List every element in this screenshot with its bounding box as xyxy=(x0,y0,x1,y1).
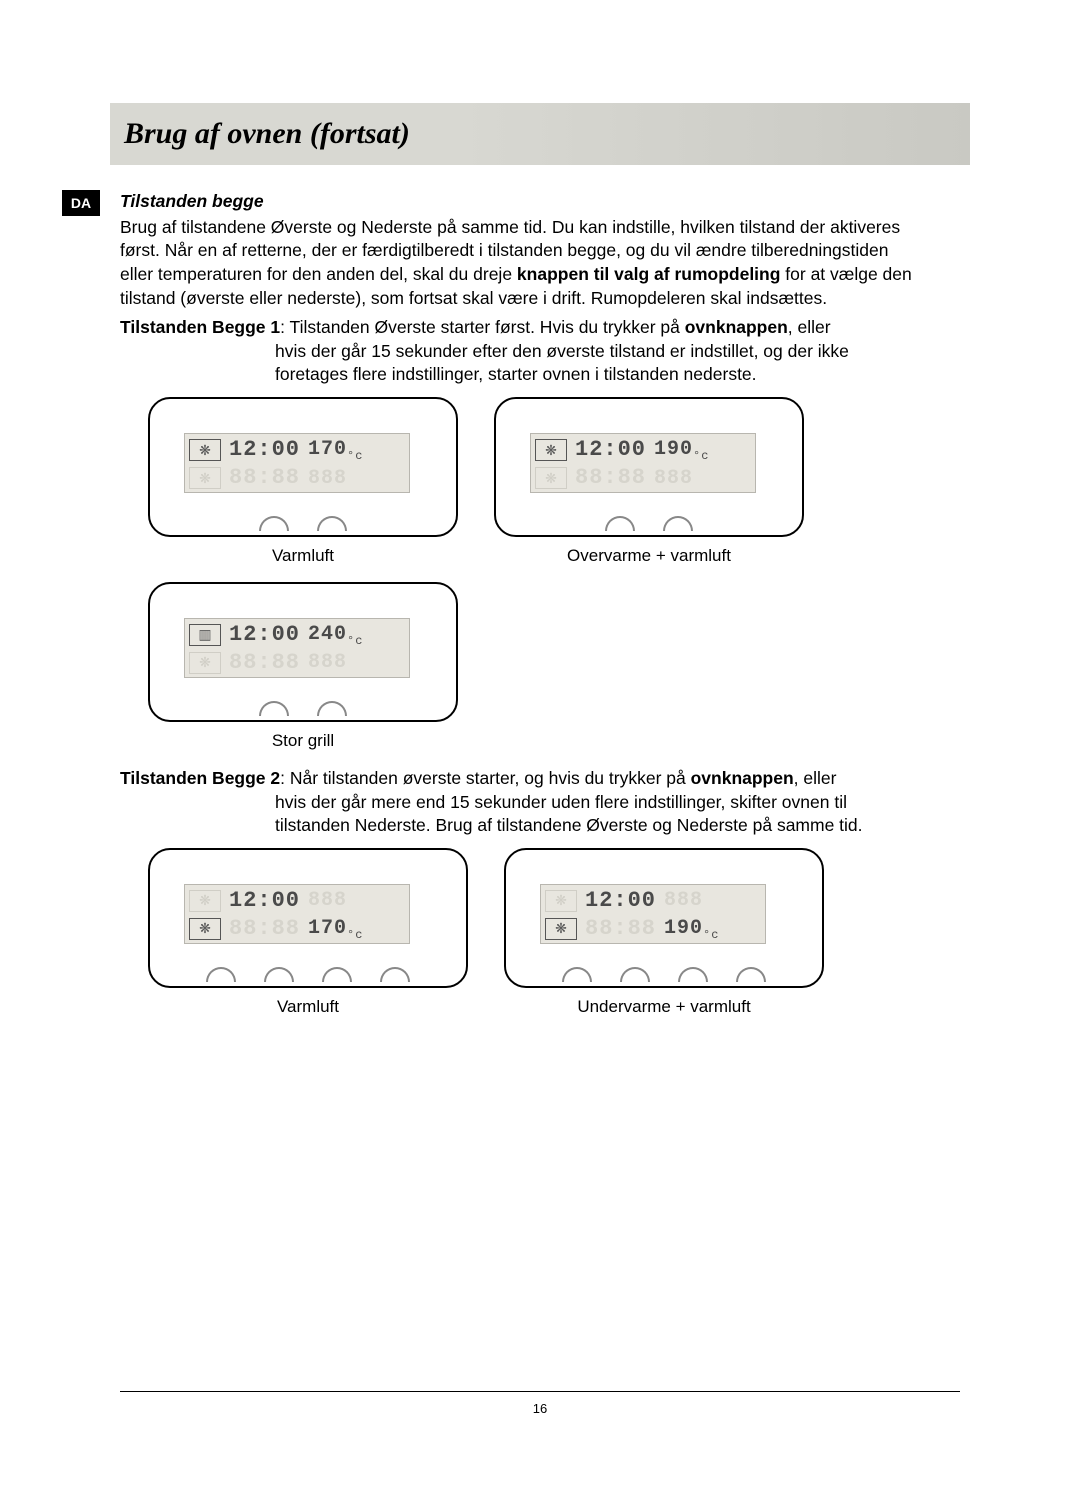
fan-icon-dim: ❋ xyxy=(189,890,221,912)
knob-arcs xyxy=(496,516,802,531)
display-col-1-1: ❋ 12:00 170°c ❋ 88:88 888 Varmluft xyxy=(148,397,458,568)
state1-text-a: : Tilstanden Øverste starter først. Hvis… xyxy=(280,317,685,337)
fan-icon-dim: ❋ xyxy=(189,652,221,674)
knob-arcs xyxy=(150,967,466,982)
lcd-time: 12:00 xyxy=(229,435,300,465)
page-number: 16 xyxy=(0,1401,1080,1416)
display-col-3-2: ❋ 12:00 888 ❋ 88:88 190°c Undervarme + v… xyxy=(504,848,824,1019)
lcd-time-dim: 88:88 xyxy=(229,463,300,493)
state2-lead: Tilstanden Begge 2 xyxy=(120,768,280,788)
display-col-3-1: ❋ 12:00 888 ❋ 88:88 170°c Varmluft xyxy=(148,848,468,1019)
display-row-3: ❋ 12:00 888 ❋ 88:88 170°c Varmluft xyxy=(148,848,920,1019)
oven-display: ▥ 12:00 240°c ❋ 88:88 888 xyxy=(148,582,458,722)
state1-lead: Tilstanden Begge 1 xyxy=(120,317,280,337)
intro-paragraph: Brug af tilstandene Øverste og Nederste … xyxy=(120,216,920,311)
oven-lcd: ❋ 12:00 888 ❋ 88:88 190°c xyxy=(540,884,766,944)
fan-icon: ❋ xyxy=(189,439,221,461)
fan-icon-dim: ❋ xyxy=(189,467,221,489)
state2-indent: hvis der går mere end 15 sekunder uden f… xyxy=(120,791,920,838)
footer-rule xyxy=(120,1391,960,1392)
fan-icon: ❋ xyxy=(535,439,567,461)
state1-paragraph: Tilstanden Begge 1: Tilstanden Øverste s… xyxy=(120,316,920,387)
lcd-temp: 190°c xyxy=(654,436,709,464)
lcd-time-dim: 88:88 xyxy=(585,914,656,944)
lcd-temp: 170°c xyxy=(308,915,363,943)
state1-indent: hvis der går 15 sekunder efter den øvers… xyxy=(120,340,920,387)
oven-display: ❋ 12:00 170°c ❋ 88:88 888 xyxy=(148,397,458,537)
lcd-time: 12:00 xyxy=(585,886,656,916)
page-title: Brug af ovnen (fortsat) xyxy=(124,117,410,151)
knob-arcs xyxy=(150,516,456,531)
display-col-2-1: ▥ 12:00 240°c ❋ 88:88 888 Stor grill xyxy=(148,582,458,753)
display-caption: Overvarme + varmluft xyxy=(567,545,731,568)
state2-bold: ovnknappen xyxy=(691,768,794,788)
grill-icon: ▥ xyxy=(189,624,221,646)
oven-lcd: ❋ 12:00 190°c ❋ 88:88 888 xyxy=(530,433,756,493)
oven-display: ❋ 12:00 888 ❋ 88:88 170°c xyxy=(148,848,468,988)
lcd-time-dim: 88:88 xyxy=(575,463,646,493)
display-caption: Varmluft xyxy=(277,996,339,1019)
language-tab: DA xyxy=(62,190,100,216)
display-row-1: ❋ 12:00 170°c ❋ 88:88 888 Varmluft xyxy=(148,397,920,568)
fan-icon-dim: ❋ xyxy=(545,890,577,912)
display-col-1-2: ❋ 12:00 190°c ❋ 88:88 888 Overvarme + va… xyxy=(494,397,804,568)
lcd-temp: 190°c xyxy=(664,915,719,943)
display-caption: Undervarme + varmluft xyxy=(577,996,750,1019)
lcd-temp-dim: 888 xyxy=(664,887,703,914)
state2-text-b-inline: , eller xyxy=(794,768,837,788)
display-row-2: ▥ 12:00 240°c ❋ 88:88 888 Stor grill xyxy=(148,582,920,753)
lcd-temp-dim: 888 xyxy=(654,465,693,492)
oven-lcd: ▥ 12:00 240°c ❋ 88:88 888 xyxy=(184,618,410,678)
fan-icon: ❋ xyxy=(545,918,577,940)
lcd-time: 12:00 xyxy=(229,886,300,916)
intro-bold: knappen til valg af rumopdeling xyxy=(517,264,781,284)
lcd-time: 12:00 xyxy=(575,435,646,465)
state2-paragraph: Tilstanden Begge 2: Når tilstanden øvers… xyxy=(120,767,920,838)
knob-arcs xyxy=(506,967,822,982)
display-caption: Varmluft xyxy=(272,545,334,568)
oven-display: ❋ 12:00 888 ❋ 88:88 190°c xyxy=(504,848,824,988)
lcd-temp-dim: 888 xyxy=(308,887,347,914)
state1-bold: ovnknappen xyxy=(685,317,788,337)
lcd-temp-dim: 888 xyxy=(308,465,347,492)
oven-lcd: ❋ 12:00 888 ❋ 88:88 170°c xyxy=(184,884,410,944)
oven-lcd: ❋ 12:00 170°c ❋ 88:88 888 xyxy=(184,433,410,493)
fan-icon: ❋ xyxy=(189,918,221,940)
state2-text-a: : Når tilstanden øverste starter, og hvi… xyxy=(280,768,690,788)
fan-icon-dim: ❋ xyxy=(535,467,567,489)
knob-arcs xyxy=(150,701,456,716)
lcd-temp: 240°c xyxy=(308,621,363,649)
lcd-time-dim: 88:88 xyxy=(229,648,300,678)
lcd-temp-dim: 888 xyxy=(308,649,347,676)
oven-display: ❋ 12:00 190°c ❋ 88:88 888 xyxy=(494,397,804,537)
display-caption: Stor grill xyxy=(272,730,334,753)
state1-text-b-inline: , eller xyxy=(788,317,831,337)
subheading: Tilstanden begge xyxy=(120,190,920,214)
lcd-time: 12:00 xyxy=(229,620,300,650)
header-band: Brug af ovnen (fortsat) xyxy=(110,103,970,165)
lcd-temp: 170°c xyxy=(308,436,363,464)
content-body: Tilstanden begge Brug af tilstandene Øve… xyxy=(120,190,920,1033)
lcd-time-dim: 88:88 xyxy=(229,914,300,944)
